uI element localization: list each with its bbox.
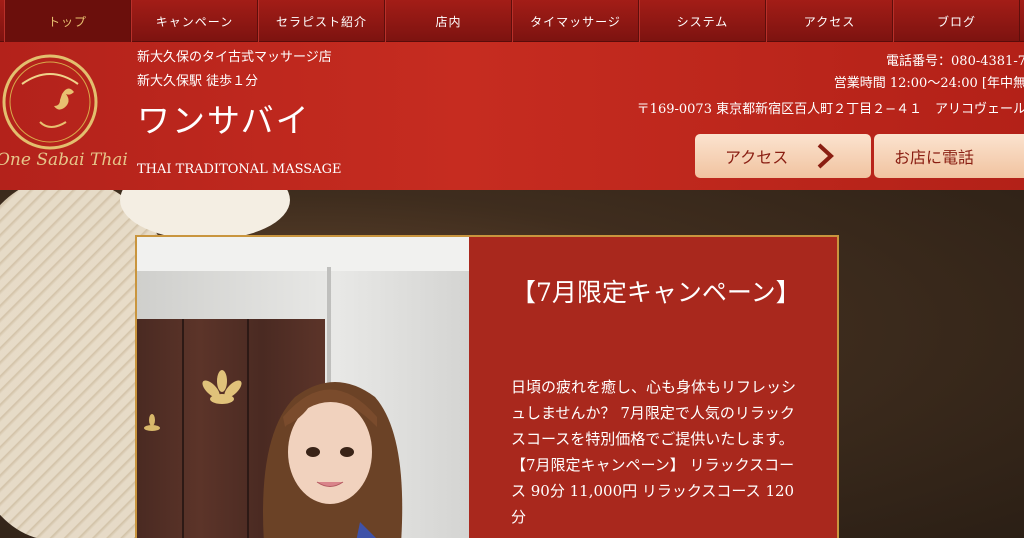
- nav-system[interactable]: システム: [639, 0, 766, 42]
- call-button[interactable]: お店に電話: [874, 134, 1024, 178]
- lotus-small-icon: [144, 414, 160, 431]
- chevron-right-icon: [817, 143, 834, 169]
- shop-subtitle: THAI TRADITONAL MASSAGE: [137, 162, 342, 177]
- business-hours: 営業時間 12:00〜24:00 [年中無: [833, 76, 1024, 91]
- logo-text: One Sabai Thai: [0, 150, 128, 170]
- nav-campaign[interactable]: キャンペーン: [131, 0, 258, 42]
- tagline-primary: 新大久保のタイ古式マッサージ店: [137, 50, 332, 65]
- nav-blog[interactable]: ブログ: [893, 0, 1020, 42]
- campaign-title: 【7月限定キャンペーン】: [511, 278, 801, 307]
- nav-access[interactable]: アクセス: [766, 0, 893, 42]
- tagline-station: 新大久保駅 徒歩１分: [137, 74, 259, 89]
- nav-therapists[interactable]: セラピスト紹介: [258, 0, 385, 42]
- address: 〒169-0073 東京都新宿区百人町２丁目２−４１ アリコヴェール: [636, 102, 1024, 117]
- phone-number[interactable]: 電話番号：080-4381-7: [886, 50, 1024, 69]
- access-button-label: アクセス: [725, 148, 789, 167]
- nav-shop[interactable]: 店内: [385, 0, 512, 42]
- campaign-photo: [137, 237, 469, 538]
- nav-top[interactable]: トップ: [4, 0, 131, 42]
- main-nav: トップ キャンペーン セラピスト紹介 店内 タイマッサージ システム アクセス …: [0, 0, 1024, 42]
- therapist-photo: [263, 382, 403, 538]
- campaign-description: 日頃の疲れを癒し、心も身体もリフレッシュしませんか？ 7月限定で人気のリラックス…: [511, 378, 797, 526]
- hero-section: 【7月限定キャンペーン】 日頃の疲れを癒し、心も身体もリフレッシュしませんか？ …: [0, 190, 1024, 538]
- shop-name[interactable]: ワンサバイ: [137, 94, 311, 142]
- nav-thai-massage[interactable]: タイマッサージ: [512, 0, 639, 42]
- site-header: One Sabai Thai 新大久保のタイ古式マッサージ店 新大久保駅 徒歩１…: [0, 42, 1024, 190]
- call-button-label: お店に電話: [894, 148, 975, 167]
- campaign-card[interactable]: 【7月限定キャンペーン】 日頃の疲れを癒し、心も身体もリフレッシュしませんか？ …: [135, 235, 839, 538]
- access-button[interactable]: アクセス: [695, 134, 871, 178]
